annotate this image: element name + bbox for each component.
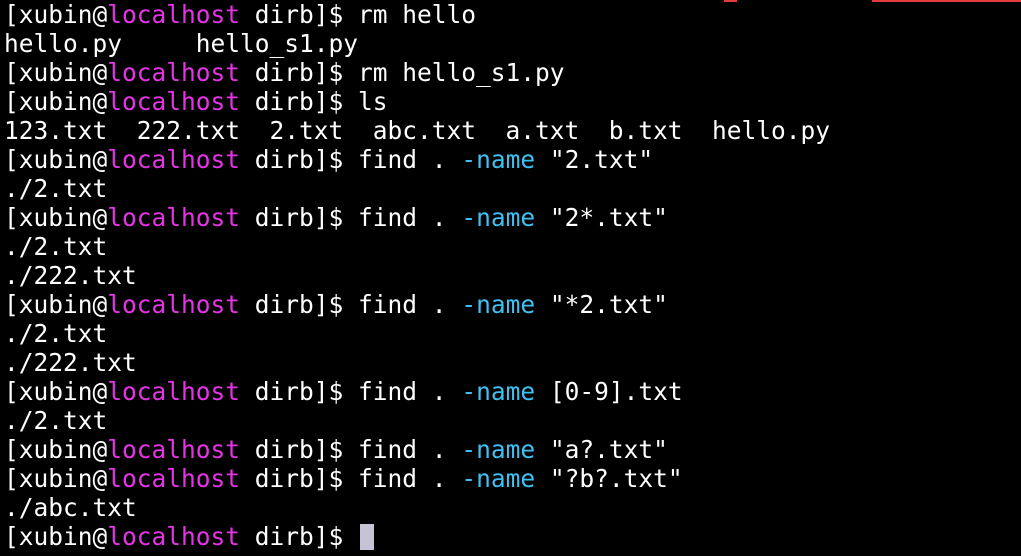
command-text: rm hello_s1.py: [358, 58, 565, 87]
prompt-user: [xubin@: [4, 464, 108, 493]
prompt-hostname: localhost: [107, 290, 241, 319]
command-text: find .: [358, 464, 462, 493]
command-text: find .: [358, 145, 462, 174]
prompt-directory: dirb]$: [240, 435, 359, 464]
command-text: find .: [358, 377, 462, 406]
output-line: 123.txt 222.txt 2.txt abc.txt a.txt b.tx…: [4, 116, 831, 145]
prompt-hostname: localhost: [107, 0, 241, 29]
terminal-output[interactable]: [xubin@localhost dirb]$ rm hello hello.py…: [4, 0, 1021, 556]
prompt-directory: dirb]$: [240, 145, 359, 174]
prompt-user: [xubin@: [4, 145, 108, 174]
command-option: -name: [461, 435, 536, 464]
prompt-directory: dirb]$: [240, 464, 359, 493]
command-text: [0-9].txt: [535, 377, 683, 406]
output-line: ./2.txt: [4, 406, 108, 435]
command-option: -name: [461, 464, 536, 493]
command-line: [xubin@localhost dirb]$: [4, 522, 1021, 551]
prompt-user: [xubin@: [4, 290, 108, 319]
prompt-directory: dirb]$: [240, 87, 359, 116]
prompt-directory: dirb]$: [240, 203, 359, 232]
prompt-user: [xubin@: [4, 203, 108, 232]
command-text: "2*.txt": [535, 203, 668, 232]
output-line: ./2.txt: [4, 232, 108, 261]
prompt-directory: dirb]$: [240, 0, 359, 29]
command-option: -name: [461, 203, 536, 232]
command-line: [xubin@localhost dirb]$ find . -name "2*…: [4, 203, 1021, 232]
command-line: [xubin@localhost dirb]$ find . -name "a?…: [4, 435, 1021, 464]
prompt-user: [xubin@: [4, 435, 108, 464]
command-text: "?b?.txt": [535, 464, 683, 493]
prompt-hostname: localhost: [107, 145, 241, 174]
prompt-user: [xubin@: [4, 0, 108, 29]
prompt-hostname: localhost: [107, 522, 241, 551]
prompt-directory: dirb]$: [240, 58, 359, 87]
prompt-hostname: localhost: [107, 87, 241, 116]
command-text: rm hello: [358, 0, 477, 29]
command-text: ls: [358, 87, 388, 116]
prompt-user: [xubin@: [4, 58, 108, 87]
command-line: [xubin@localhost dirb]$ rm hello: [4, 0, 1021, 29]
command-option: -name: [461, 290, 536, 319]
prompt-directory: dirb]$: [240, 522, 359, 551]
command-text: find .: [358, 435, 462, 464]
prompt-user: [xubin@: [4, 377, 108, 406]
prompt-directory: dirb]$: [240, 377, 359, 406]
prompt-hostname: localhost: [107, 435, 241, 464]
command-line: [xubin@localhost dirb]$ rm hello_s1.py: [4, 58, 1021, 87]
prompt-user: [xubin@: [4, 87, 108, 116]
output-line: ./222.txt: [4, 348, 137, 377]
command-text: find .: [358, 290, 462, 319]
prompt-directory: dirb]$: [240, 290, 359, 319]
command-text: "a?.txt": [535, 435, 668, 464]
prompt-user: [xubin@: [4, 522, 108, 551]
prompt-hostname: localhost: [107, 203, 241, 232]
command-line: [xubin@localhost dirb]$ find . -name "*2…: [4, 290, 1021, 319]
command-line: [xubin@localhost dirb]$ ls: [4, 87, 1021, 116]
text-cursor[interactable]: [360, 524, 375, 550]
command-line: [xubin@localhost dirb]$ find . -name "2.…: [4, 145, 1021, 174]
command-text: "2.txt": [535, 145, 654, 174]
output-line: ./222.txt: [4, 261, 137, 290]
prompt-hostname: localhost: [107, 377, 241, 406]
command-option: -name: [461, 377, 536, 406]
output-line: ./abc.txt: [4, 493, 137, 522]
command-line: [xubin@localhost dirb]$ find . -name "?b…: [4, 464, 1021, 493]
command-line: [xubin@localhost dirb]$ find . -name [0-…: [4, 377, 1021, 406]
output-line: ./2.txt: [4, 174, 108, 203]
output-line: ./2.txt: [4, 319, 108, 348]
output-line: hello.py hello_s1.py: [4, 29, 359, 58]
command-text: find .: [358, 203, 462, 232]
command-text: "*2.txt": [535, 290, 668, 319]
prompt-hostname: localhost: [107, 464, 241, 493]
prompt-hostname: localhost: [107, 58, 241, 87]
command-option: -name: [461, 145, 536, 174]
